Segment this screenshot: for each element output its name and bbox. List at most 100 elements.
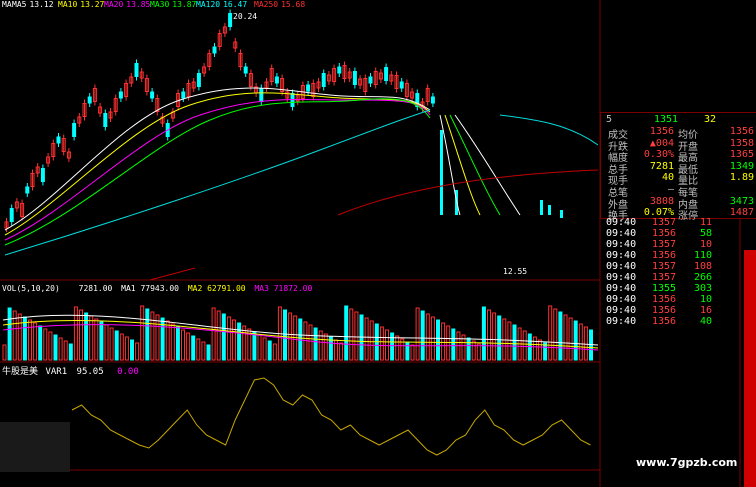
candle-body: [103, 113, 108, 127]
volume-bar: [211, 307, 216, 361]
trade-price: 1356: [652, 305, 677, 316]
candle-body: [540, 200, 543, 215]
volume-bar: [140, 305, 145, 361]
volume-bar: [344, 305, 349, 361]
trade-vol: 11: [699, 217, 712, 228]
quote-value: ▲004: [649, 137, 674, 149]
trade-price: 1356: [652, 250, 677, 261]
volume-bar: [502, 318, 507, 361]
volume-bar: [206, 344, 211, 361]
trade-time: 09:40: [606, 294, 637, 305]
quote-value: 1356: [649, 126, 674, 137]
volume-bar: [451, 328, 456, 361]
candle-body: [196, 73, 201, 87]
volume-bar: [492, 312, 497, 361]
volume-bar: [436, 319, 440, 361]
candle-body: [259, 88, 264, 102]
trade-price: 1356: [652, 228, 677, 239]
trade-vol: 110: [693, 250, 712, 261]
volume-bar: [216, 310, 221, 361]
ma-label-value: 13.85: [126, 0, 151, 9]
ma-label-name: MA20: [104, 0, 124, 9]
trade-price: 1357: [652, 217, 677, 228]
candle-body: [384, 67, 389, 81]
trade-price: 1357: [652, 239, 677, 250]
volume-bar: [124, 336, 129, 361]
trade-price: 1357: [652, 272, 677, 283]
volume-ma2-label: MA2: [187, 284, 203, 293]
volume-bar: [17, 313, 22, 361]
candle-body: [150, 91, 155, 99]
volume-bar: [150, 311, 155, 361]
candle-body: [228, 13, 233, 27]
quote-top-right: 32: [704, 114, 717, 125]
volume-bar: [109, 327, 114, 361]
volume-bar: [379, 326, 384, 361]
trade-row[interactable]: 09:40 1356 40: [606, 316, 716, 329]
ma-label-value: 13.87: [172, 0, 197, 9]
background-logo: [0, 422, 70, 472]
volume-bar: [532, 336, 537, 361]
volume-bar: [288, 312, 293, 361]
volume-bar: [2, 344, 7, 361]
volume-ma3-value: 71872.00: [273, 284, 313, 293]
volume-bar: [487, 309, 491, 361]
indicator-panel-header: 牛股是美 VAR1 95.05 0.00: [2, 364, 139, 377]
ma-label-5: MA250 15.68: [254, 0, 305, 9]
volume-bar: [349, 308, 354, 361]
candle-body: [368, 76, 373, 84]
volume-bar: [135, 342, 140, 361]
volume-bar: [318, 330, 323, 361]
indicator-var-value: 95.05: [76, 367, 104, 377]
volume-bar: [196, 338, 201, 361]
volume-bar: [155, 314, 160, 361]
trade-time: 09:40: [606, 217, 637, 228]
volume-bar: [130, 339, 134, 361]
volume-title: VOL(5,10,20): [2, 284, 60, 293]
volume-bar: [354, 311, 359, 361]
indicator-extra-value: 0.00: [117, 367, 139, 377]
volume-bar: [170, 323, 175, 361]
ma-label-value: 13.27: [80, 0, 105, 9]
volume-bar: [186, 332, 191, 361]
volume-bar: [252, 331, 257, 361]
candle-body: [243, 66, 248, 74]
volume-bar: [578, 323, 583, 361]
candle-body: [40, 168, 45, 182]
volume-bar: [420, 310, 425, 361]
ma120-line: [4, 109, 431, 256]
candle-body: [181, 91, 186, 99]
volume-bar: [441, 322, 446, 361]
trade-price: 1355: [652, 283, 677, 294]
volume-bar: [33, 322, 38, 361]
volume-bar: [104, 324, 109, 361]
volume-bar: [390, 332, 395, 361]
volume-bar: [226, 316, 231, 361]
quote-value: 7281: [649, 160, 674, 172]
candle-body: [212, 46, 217, 54]
trade-vol: 266: [693, 272, 712, 283]
volume-bar: [497, 315, 502, 361]
volume-bar: [476, 343, 481, 361]
ma-label-name: MA120: [196, 0, 221, 9]
volume-bar: [99, 321, 104, 361]
trade-price: 1357: [652, 261, 677, 272]
candle-body: [9, 208, 14, 222]
high-price-marker: 20.24: [233, 12, 258, 21]
quote-value: 3808: [649, 195, 674, 207]
volume-bar: [262, 337, 267, 361]
trade-vol: 10: [699, 294, 712, 305]
trade-vol: 40: [699, 316, 712, 327]
volume-bar: [89, 315, 94, 361]
trade-time: 09:40: [606, 283, 637, 294]
volume-bar: [471, 340, 476, 361]
trade-price: 1356: [652, 316, 677, 327]
ma-label-4: MA120 16.47: [196, 0, 247, 9]
volume-ma2-value: 62791.00: [207, 284, 246, 293]
volume-bar: [558, 311, 563, 361]
trade-time: 09:40: [606, 272, 637, 283]
low-price-marker: 12.55: [503, 267, 528, 276]
trade-time: 09:40: [606, 316, 637, 327]
volume-bar: [283, 309, 287, 361]
volume-bar: [573, 320, 578, 361]
